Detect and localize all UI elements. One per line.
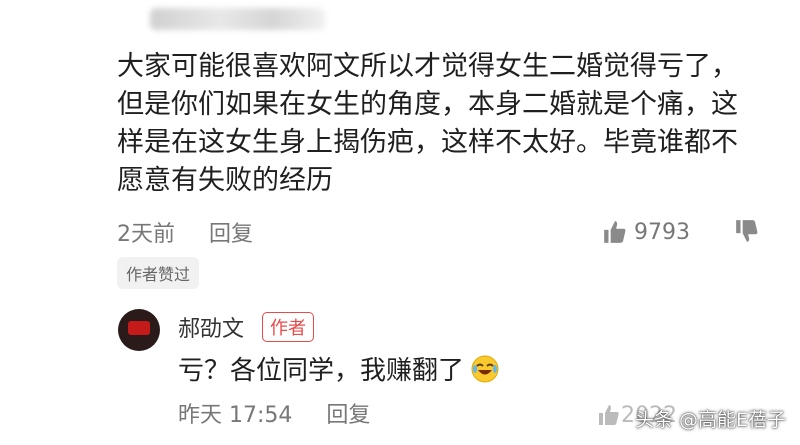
comment-like-button[interactable]: 9793 — [602, 217, 690, 247]
comment-time: 2天前 — [117, 222, 175, 247]
comment-meta: 2天前 回复 — [117, 217, 253, 247]
thumbs-up-icon — [599, 405, 619, 425]
thumbs-down-icon — [736, 220, 758, 242]
author-tag-badge: 作者 — [262, 312, 314, 342]
blurred-username — [150, 8, 325, 30]
comment-dislike-button[interactable] — [734, 218, 760, 248]
thumbs-up-icon — [604, 221, 626, 243]
comment-text: 大家可能很喜欢阿文所以才觉得女生二婚觉得亏了，但是你们如果在女生的角度，本身二婚… — [117, 51, 738, 196]
reply-text: 亏？各位同学，我赚翻了 — [178, 350, 500, 387]
reply-reply-button[interactable]: 回复 — [326, 397, 370, 429]
avatar[interactable] — [118, 309, 160, 351]
author-liked-badge: 作者赞过 — [117, 257, 200, 289]
reply-text-content: 亏？各位同学，我赚翻了 — [178, 356, 465, 386]
comment-reply-button[interactable]: 回复 — [209, 216, 253, 248]
reply-meta: 昨天 17:54 回复 — [178, 398, 370, 428]
reply-time: 昨天 17:54 — [178, 403, 293, 428]
watermark: 头条 @高能E蓓子 — [634, 409, 786, 431]
reply-author-name[interactable]: 郝劭文 — [178, 311, 244, 343]
comment-like-count: 9793 — [634, 219, 690, 245]
rolling-laughing-emoji-icon — [471, 355, 499, 382]
